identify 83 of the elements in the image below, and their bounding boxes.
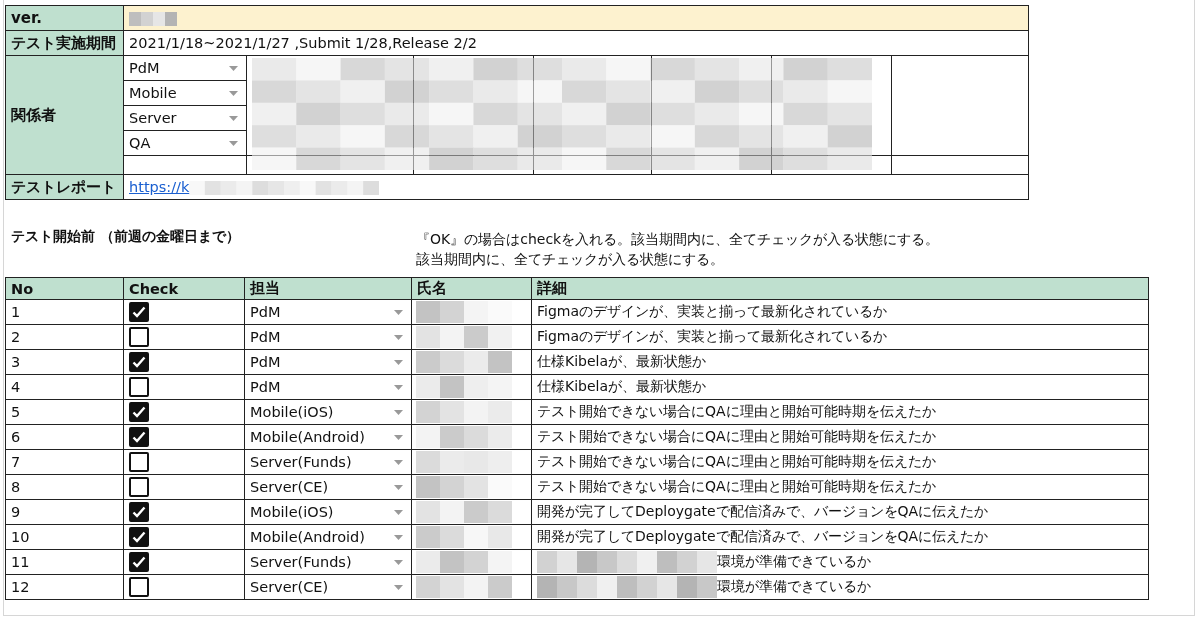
- role-dropdown[interactable]: Mobile(iOS): [244, 499, 412, 525]
- checkbox[interactable]: [129, 302, 149, 322]
- column-header: 詳細: [531, 277, 1149, 300]
- checkbox[interactable]: [129, 552, 149, 572]
- table-cell: 仕様Kibelaが、最新状態か: [537, 353, 707, 369]
- table-cell: 7: [5, 449, 124, 475]
- report-link[interactable]: https://k: [129, 179, 190, 195]
- row-label: テストレポート: [5, 174, 124, 200]
- table-cell: テスト開始できない場合にQAに理由と開始可能時期を伝えたか: [537, 453, 936, 469]
- role-dropdown[interactable]: PdM: [244, 299, 412, 325]
- redaction-mosaic: [129, 12, 177, 26]
- checkbox[interactable]: [129, 402, 149, 422]
- table-cell: 6: [5, 424, 124, 450]
- checkbox[interactable]: [129, 327, 149, 347]
- column-header: Check: [123, 277, 245, 300]
- checkbox[interactable]: [129, 577, 149, 597]
- role-dropdown[interactable]: Mobile(Android): [244, 524, 412, 550]
- table-cell: Figmaのデザインが、実装と揃って最新化されているか: [537, 328, 888, 344]
- table-cell: 10: [5, 524, 124, 550]
- row-label: テスト実施期間: [5, 30, 124, 56]
- role-dropdown[interactable]: PdM: [244, 349, 412, 375]
- role-dropdown[interactable]: Server: [123, 105, 247, 131]
- note-text: 『OK』の場合はcheckを入れる。該当期間内に、全てチェックが入る状態にする。: [416, 231, 940, 249]
- role-dropdown[interactable]: QA: [123, 130, 247, 156]
- column-header: 担当: [244, 277, 412, 300]
- role-dropdown[interactable]: Server(CE): [244, 574, 412, 600]
- table-cell: 12: [5, 574, 124, 600]
- table-cell: 5: [5, 399, 124, 425]
- table-cell: 環境が準備できているか: [717, 578, 871, 594]
- dropdown-caret-icon: [394, 485, 403, 490]
- table-cell: 1: [5, 299, 124, 325]
- checkbox[interactable]: [129, 527, 149, 547]
- dropdown-caret-icon: [394, 435, 403, 440]
- table-cell: テスト開始できない場合にQAに理由と開始可能時期を伝えたか: [537, 428, 936, 444]
- table-cell: 仕様Kibelaが、最新状態か: [537, 378, 707, 394]
- role-dropdown[interactable]: Mobile(Android): [244, 424, 412, 450]
- dropdown-caret-icon: [229, 141, 238, 146]
- dropdown-caret-icon: [394, 535, 403, 540]
- dropdown-caret-icon: [394, 360, 403, 365]
- checkbox[interactable]: [129, 427, 149, 447]
- checkbox[interactable]: [129, 352, 149, 372]
- table-cell: 11: [5, 549, 124, 575]
- dropdown-caret-icon: [394, 460, 403, 465]
- table-cell: 3: [5, 349, 124, 375]
- row-label: 関係者: [5, 55, 124, 175]
- table-cell: 2: [5, 324, 124, 350]
- table-cell: テスト開始できない場合にQAに理由と開始可能時期を伝えたか: [537, 403, 936, 419]
- checkbox[interactable]: [129, 502, 149, 522]
- role-dropdown[interactable]: Server(CE): [244, 474, 412, 500]
- dropdown-caret-icon: [394, 335, 403, 340]
- dropdown-caret-icon: [229, 116, 238, 121]
- note-text: 該当期間内に、全てチェックが入る状態にする。: [416, 251, 725, 269]
- dropdown-caret-icon: [394, 385, 403, 390]
- role-dropdown[interactable]: Server(Funds): [244, 549, 412, 575]
- role-dropdown[interactable]: Mobile(iOS): [244, 399, 412, 425]
- section-title: テスト開始前 （前週の金曜日まで）: [10, 228, 241, 246]
- table-cell: 開発が完了してDeploygateで配信済みで、バージョンをQAに伝えたか: [537, 503, 989, 519]
- table-cell: 環境が準備できているか: [717, 553, 871, 569]
- role-dropdown[interactable]: Server(Funds): [244, 449, 412, 475]
- checkbox[interactable]: [129, 477, 149, 497]
- dropdown-caret-icon: [394, 560, 403, 565]
- role-dropdown[interactable]: PdM: [123, 55, 247, 81]
- dropdown-caret-icon: [394, 310, 403, 315]
- checkbox[interactable]: [129, 452, 149, 472]
- table-cell: テスト開始できない場合にQAに理由と開始可能時期を伝えたか: [537, 478, 936, 494]
- period-value: 2021/1/18~2021/1/27 ,Submit 1/28,Release 2/2: [123, 30, 1029, 56]
- table-cell: 8: [5, 474, 124, 500]
- column-header: 氏名: [411, 277, 532, 300]
- table-cell: 4: [5, 374, 124, 400]
- table-cell: Figmaのデザインが、実装と揃って最新化されているか: [537, 303, 888, 319]
- checkbox[interactable]: [129, 377, 149, 397]
- table-cell: 9: [5, 499, 124, 525]
- role-dropdown[interactable]: Mobile: [123, 80, 247, 106]
- table-cell: 開発が完了してDeploygateで配信済みで、バージョンをQAに伝えたか: [537, 528, 989, 544]
- role-dropdown[interactable]: PdM: [244, 324, 412, 350]
- dropdown-caret-icon: [229, 91, 238, 96]
- dropdown-caret-icon: [394, 585, 403, 590]
- dropdown-caret-icon: [394, 410, 403, 415]
- row-label: ver.: [5, 5, 124, 31]
- dropdown-caret-icon: [229, 66, 238, 71]
- dropdown-caret-icon: [394, 510, 403, 515]
- role-dropdown[interactable]: PdM: [244, 374, 412, 400]
- column-header: No: [5, 277, 124, 300]
